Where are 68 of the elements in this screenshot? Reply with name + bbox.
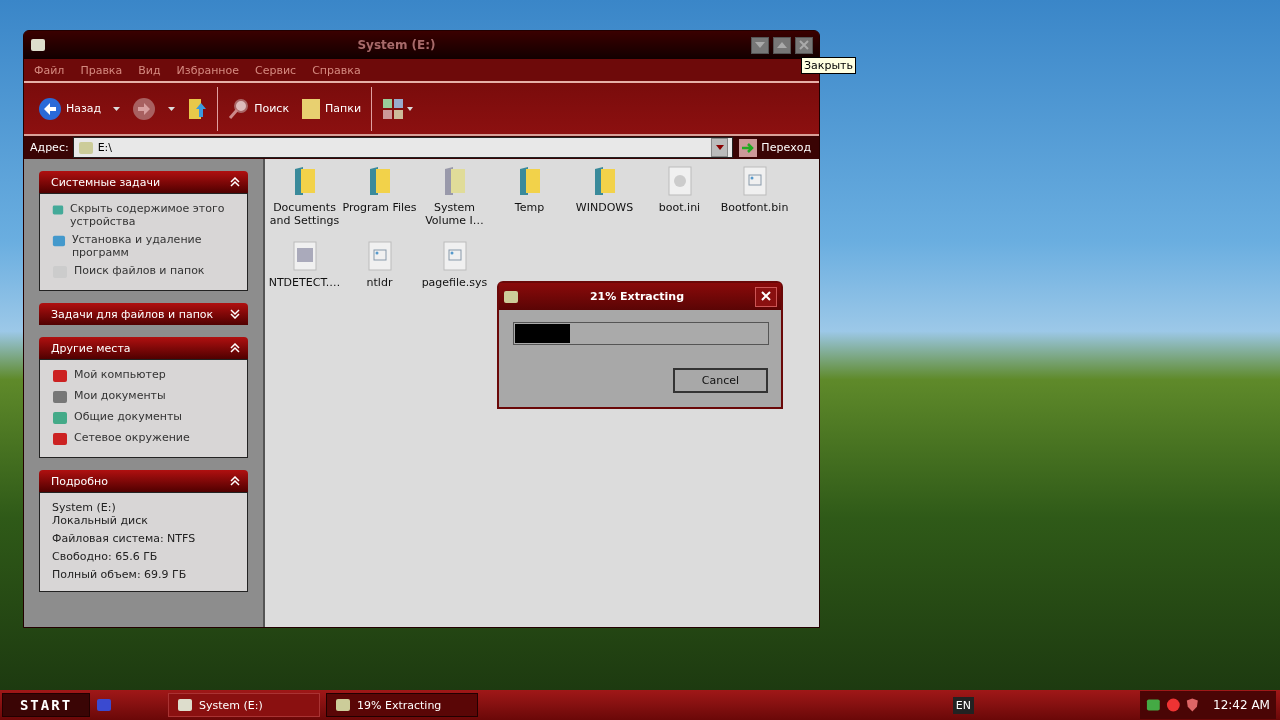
detail-text: Свободно: 65.6 ГБ (52, 550, 159, 563)
file-name[interactable]: boot.ini (658, 201, 701, 214)
file-name[interactable]: ntldr (366, 276, 393, 289)
search-button[interactable]: Поиск (226, 95, 292, 122)
folders-icon (301, 97, 322, 120)
folders-button[interactable]: Папки (299, 95, 364, 122)
collapse-icon[interactable] (230, 343, 240, 353)
window-file-icon (290, 240, 319, 272)
task-link[interactable]: Сетевое окружение (52, 431, 237, 447)
collapse-icon[interactable] (230, 177, 240, 187)
chevron-down-icon (755, 42, 765, 48)
detail-text: Файловая система: NTFS (52, 532, 197, 545)
task-link[interactable]: Общие документы (52, 410, 237, 426)
clock: 12:42 AM (1213, 698, 1270, 712)
back-button[interactable]: Назад (36, 94, 104, 123)
menu-item[interactable]: Файл (34, 63, 65, 77)
file-name[interactable]: Bootfont.bin (720, 201, 789, 214)
panel-header[interactable]: Системные задачи (39, 171, 248, 193)
file-name[interactable]: Temp (514, 201, 545, 214)
collapse-icon[interactable] (230, 476, 240, 486)
address-label: Адрес: (30, 141, 69, 154)
panel-header[interactable]: Подробно (39, 470, 248, 492)
file-name[interactable]: Documents and Settings (267, 201, 342, 227)
address-field[interactable]: E:\ (72, 137, 734, 158)
close-button[interactable] (795, 36, 813, 54)
panel-header[interactable]: Другие места (39, 337, 248, 359)
file-name[interactable]: pagefile.sys (421, 276, 488, 289)
views-icon (382, 97, 415, 120)
language-indicator[interactable]: EN (952, 696, 974, 714)
menu-item[interactable]: Избранное (176, 63, 240, 77)
task-link[interactable]: Мой компьютер (52, 368, 237, 384)
task-link[interactable]: Скрыть содержимое этого устройства (52, 202, 237, 228)
file-name[interactable]: Program Files (342, 201, 417, 214)
menu-item[interactable]: Справка (312, 63, 361, 77)
close-icon (799, 40, 809, 50)
gear-file-icon (665, 165, 694, 197)
window-title: System (E:) (356, 38, 437, 52)
start-button[interactable]: START (2, 693, 90, 717)
tooltip: Закрыть (801, 57, 856, 74)
task-link[interactable]: Установка и удаление программ (52, 233, 237, 259)
panel-header[interactable]: Задачи для файлов и папок (39, 303, 248, 325)
close-button[interactable] (755, 286, 777, 307)
caret-icon (715, 145, 724, 150)
close-icon (761, 290, 771, 301)
chevron-up-icon (777, 42, 787, 48)
minimize-button[interactable] (751, 36, 769, 54)
detail-text: Локальный диск (52, 514, 149, 527)
detail-text: Полный объем: 69.9 ГБ (52, 568, 188, 581)
dropdown-button[interactable] (166, 104, 178, 113)
taskbar-button[interactable]: 19% Extracting (326, 693, 478, 717)
file-name[interactable]: System Volume I… (417, 201, 492, 227)
maximize-button[interactable] (773, 36, 791, 54)
dropdown-button[interactable] (111, 104, 123, 113)
cancel-button[interactable]: Cancel (673, 368, 768, 393)
file-name[interactable]: WINDOWS (575, 201, 634, 214)
task-link[interactable]: Мои документы (52, 389, 237, 405)
menu-item[interactable]: Сервис (255, 63, 297, 77)
dropdown-button[interactable] (711, 138, 729, 157)
task-link[interactable]: Поиск файлов и папок (52, 264, 237, 280)
taskbar-button[interactable]: System (E:) (168, 693, 320, 717)
dialog-title: 21% Extracting (588, 290, 686, 303)
file-name[interactable]: NTDETECT.… (268, 276, 341, 289)
menu-item[interactable]: Вид (138, 63, 161, 77)
up-folder-icon (187, 96, 208, 121)
menu-item[interactable]: Правка (80, 63, 123, 77)
expand-icon[interactable] (230, 309, 240, 319)
detail-text: System (E:) (52, 501, 117, 514)
go-button[interactable]: Переход (737, 138, 819, 157)
